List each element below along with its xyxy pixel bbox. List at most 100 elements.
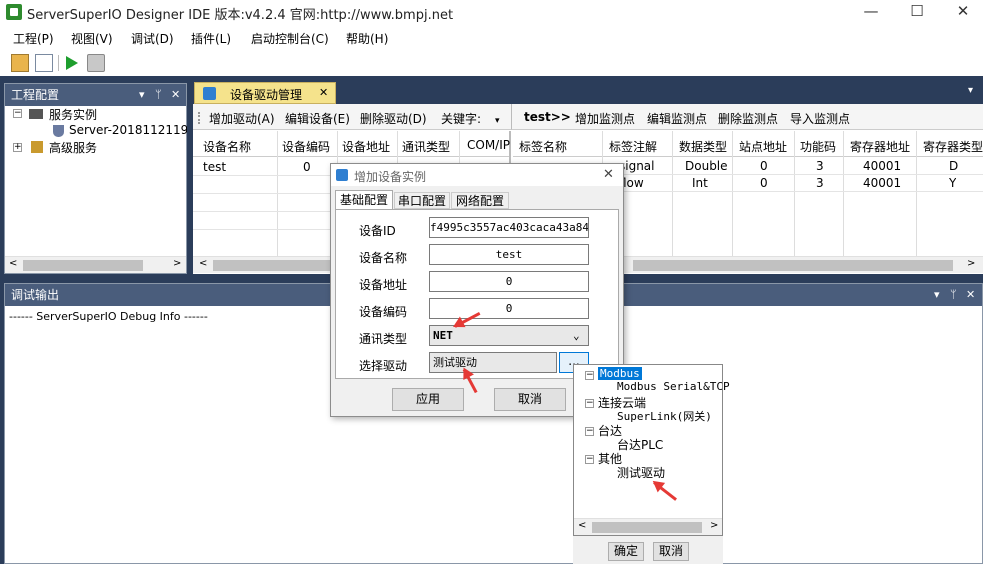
tree-hscrollbar[interactable]: < > (574, 518, 722, 535)
edit-point-button[interactable]: 编辑监测点 (647, 110, 707, 127)
title-bar: ServerSuperIO Designer IDE 版本:v4.2.4 官网:… (0, 0, 983, 24)
scroll-right-icon[interactable]: > (173, 258, 181, 269)
stop-icon[interactable] (87, 54, 105, 72)
close-button[interactable]: ✕ (940, 0, 983, 24)
driver-field[interactable]: 测试驱动 (429, 352, 557, 373)
comm-type-label: 通讯类型 (359, 332, 408, 346)
scroll-left-icon[interactable]: < (578, 520, 586, 531)
device-addr-field[interactable]: 0 (429, 271, 589, 292)
col-com-ip[interactable]: COM/IP (467, 138, 510, 152)
collapse-icon[interactable]: − (585, 371, 594, 380)
device-id-field[interactable]: f4995c3557ac403caca43a84a6 (429, 217, 589, 238)
cancel-button[interactable]: 取消 (494, 388, 566, 411)
col-register-type[interactable]: 寄存器类型 (923, 138, 983, 155)
tree-group-modbus[interactable]: Modbus (598, 367, 642, 380)
debug-panel-title: 调试输出 (11, 288, 60, 302)
cell-register-type: Y (949, 176, 957, 190)
cell-device-code: 0 (303, 160, 311, 174)
cell-register-addr: 40001 (863, 159, 902, 173)
tree-driver-delta-plc[interactable]: 台达PLC (617, 436, 663, 453)
menu-project[interactable]: 工程(P) (13, 30, 54, 47)
col-tag-name[interactable]: 标签名称 (519, 138, 567, 155)
chevron-down-icon[interactable]: ⌄ (573, 326, 580, 345)
minimize-button[interactable]: — (848, 0, 894, 24)
tree-driver-modbus[interactable]: Modbus Serial&TCP (617, 380, 730, 393)
scroll-right-icon[interactable]: > (710, 520, 718, 531)
menu-view[interactable]: 视图(V) (71, 30, 113, 47)
cell-register-type: D (949, 159, 959, 173)
cell-data-type: Double (685, 159, 728, 173)
col-comm-type[interactable]: 通讯类型 (402, 138, 450, 155)
delete-driver-button[interactable]: 删除驱动(D) (360, 110, 427, 127)
expand-icon[interactable]: + (13, 143, 22, 152)
project-hscrollbar[interactable]: < > (5, 256, 186, 273)
pin-icon[interactable]: ᛘ (950, 284, 957, 306)
menu-console[interactable]: 启动控制台(C) (251, 30, 329, 47)
col-function-code[interactable]: 功能码 (800, 138, 836, 155)
tree-service-instance[interactable]: 服务实例 (49, 106, 97, 123)
tab-driver-management[interactable]: 设备驱动管理 ✕ (194, 82, 336, 104)
dropdown-icon[interactable]: ▾ (139, 84, 145, 106)
tree-cancel-button[interactable]: 取消 (653, 542, 689, 561)
scroll-right-icon[interactable]: > (967, 258, 975, 269)
collapse-icon[interactable]: − (13, 109, 22, 118)
shield-icon (53, 125, 64, 137)
close-icon[interactable]: ✕ (966, 284, 975, 306)
pin-icon[interactable]: ᛘ (155, 84, 162, 106)
tab-dropdown-icon[interactable]: ▾ (968, 85, 973, 96)
cell-station-addr: 0 (760, 176, 768, 190)
server-icon (29, 109, 43, 119)
add-point-button[interactable]: 增加监测点 (575, 110, 635, 127)
col-register-addr[interactable]: 寄存器地址 (850, 138, 910, 155)
col-tag-note[interactable]: 标签注解 (609, 138, 657, 155)
tree-server-node[interactable]: Server-20181121194812 (69, 123, 187, 137)
cell-device-name: test (203, 160, 227, 174)
play-icon[interactable] (66, 56, 78, 70)
close-icon[interactable]: ✕ (171, 84, 180, 106)
new-file-icon[interactable] (35, 54, 53, 72)
edit-device-button[interactable]: 编辑设备(E) (285, 110, 350, 127)
scroll-left-icon[interactable]: < (9, 258, 17, 269)
device-code-field[interactable]: 0 (429, 298, 589, 319)
cell-station-addr: 0 (760, 159, 768, 173)
apply-button[interactable]: 应用 (392, 388, 464, 411)
scroll-thumb[interactable] (592, 522, 702, 533)
tree-advanced-service[interactable]: 高级服务 (49, 139, 97, 156)
collapse-icon[interactable]: − (585, 399, 594, 408)
device-name-field[interactable]: test (429, 244, 589, 265)
device-addr-label: 设备地址 (359, 278, 408, 292)
scroll-thumb[interactable] (23, 260, 143, 271)
collapse-icon[interactable]: − (585, 427, 594, 436)
delete-point-button[interactable]: 删除监测点 (718, 110, 778, 127)
col-device-name[interactable]: 设备名称 (203, 138, 251, 155)
col-data-type[interactable]: 数据类型 (679, 138, 727, 155)
tab-serial[interactable]: 串口配置 (394, 192, 450, 209)
toolbar-separator (58, 55, 59, 71)
comm-type-value: NET (433, 329, 453, 342)
col-device-code[interactable]: 设备编码 (282, 138, 330, 155)
col-device-addr[interactable]: 设备地址 (342, 138, 390, 155)
import-point-button[interactable]: 导入监测点 (790, 110, 850, 127)
overflow-icon[interactable]: ▾ (495, 116, 500, 126)
tree-ok-button[interactable]: 确定 (608, 542, 644, 561)
add-driver-button[interactable]: 增加驱动(A) (209, 110, 275, 127)
cell-function-code: 3 (816, 176, 824, 190)
settings-icon[interactable] (11, 54, 29, 72)
menu-debug[interactable]: 调试(D) (131, 30, 174, 47)
tab-network[interactable]: 网络配置 (451, 192, 509, 209)
collapse-icon[interactable]: − (585, 455, 594, 464)
dropdown-icon[interactable]: ▾ (934, 284, 940, 306)
tab-close-icon[interactable]: ✕ (319, 86, 328, 99)
dialog-close-icon[interactable]: ✕ (603, 167, 614, 182)
menu-help[interactable]: 帮助(H) (346, 30, 388, 47)
dialog-titlebar: 增加设备实例 ✕ (331, 164, 623, 186)
tree-driver-superlink[interactable]: SuperLink(网关) (617, 408, 712, 424)
menu-plugin[interactable]: 插件(L) (191, 30, 231, 47)
toolbar (0, 51, 983, 75)
scroll-left-icon[interactable]: < (199, 258, 207, 269)
col-station-addr[interactable]: 站点地址 (739, 138, 787, 155)
maximize-button[interactable]: ☐ (894, 0, 940, 24)
advanced-service-icon (31, 141, 43, 153)
scroll-thumb[interactable] (633, 260, 953, 271)
tab-basic[interactable]: 基础配置 (335, 190, 393, 209)
